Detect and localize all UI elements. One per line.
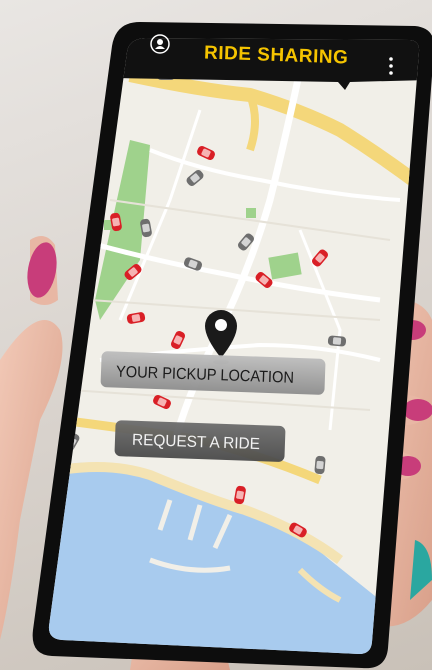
car-icon — [314, 455, 326, 475]
request-ride-button[interactable]: REQUEST A RIDE — [114, 420, 286, 462]
phone-photo-scene: RIDE SHARING YOUR PICKUP LOCATION REQUES… — [0, 22, 432, 670]
car-icon — [327, 335, 347, 347]
vertical-dots-icon — [389, 57, 393, 75]
phone-screen — [48, 38, 420, 654]
menu-button[interactable] — [389, 57, 393, 75]
